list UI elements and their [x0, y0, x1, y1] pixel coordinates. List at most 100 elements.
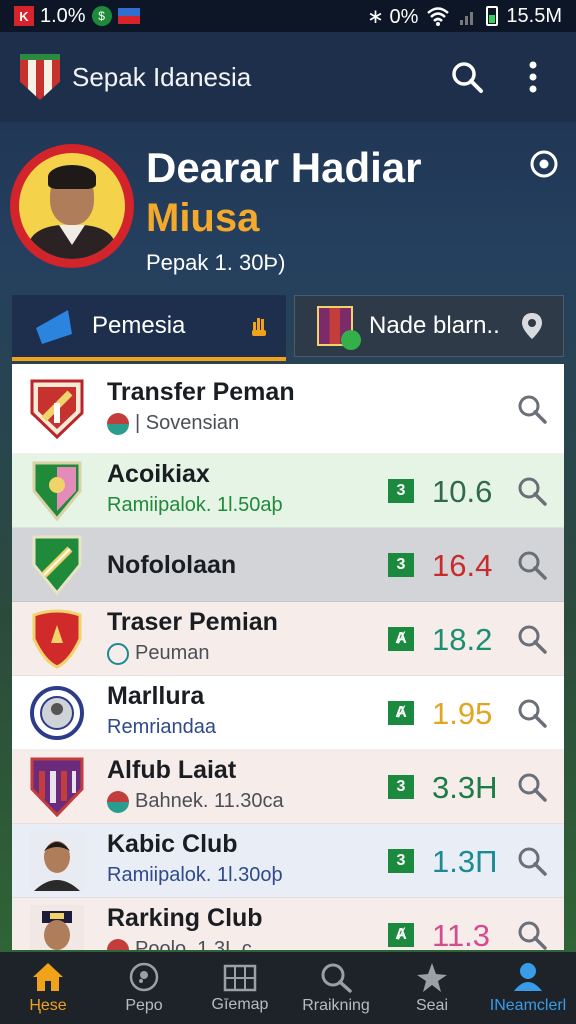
overflow-menu-button[interactable] [516, 60, 550, 94]
list-item[interactable]: Alfub Laiat Bahnek. 11.30ca 3 3.3H [12, 750, 564, 824]
location-pin-icon [522, 313, 542, 339]
nav-label: INeamclerl [489, 997, 567, 1014]
club-mini-icon [107, 412, 129, 435]
nav-profile[interactable]: INeamclerl [480, 952, 576, 1024]
hand-icon [252, 318, 266, 336]
row-subtitle: Ramiipalok. 1l.30oϸ [107, 864, 283, 886]
odds-value: 11.3 [432, 918, 491, 950]
search-button[interactable] [450, 60, 484, 94]
star-icon [417, 963, 447, 992]
battery-icon [486, 6, 499, 26]
search-icon[interactable] [516, 771, 548, 803]
app-title: Sepak Idanesia [72, 61, 252, 92]
odds-badge: Ⱥ [388, 923, 414, 947]
list-item[interactable]: Transfer Peman | Sovensian [12, 364, 564, 454]
odds-badge: 3 [388, 479, 414, 503]
nav-label: Rraikning [302, 997, 370, 1014]
tab-nade-blarn[interactable]: Nade blarn.. [294, 295, 564, 357]
search-icon[interactable] [516, 623, 548, 655]
odds-value: 18.2 [432, 622, 493, 657]
crest-icon [317, 306, 361, 350]
avatar[interactable] [10, 144, 134, 268]
club-list: Transfer Peman | Sovensian Acoikiax Ramiipa… [12, 364, 564, 950]
row-subtitle-wrap: Peuman [107, 642, 210, 665]
profile-icon [514, 963, 542, 991]
bottom-navigation: Ⱨese Pepo Gīemap Rraikning Seai INeamcle… [0, 952, 576, 1024]
search-icon[interactable] [516, 919, 548, 950]
row-subtitle: | Sovensian [135, 412, 240, 434]
player-photo [30, 905, 84, 950]
search-icon[interactable] [516, 845, 548, 877]
row-subtitle-wrap: Ramiipalok. 1l.30oϸ [107, 864, 283, 887]
flag-icon [36, 310, 72, 344]
nav-ranking[interactable]: Rraikning [288, 952, 384, 1024]
tab-label: Nade blarn.. [369, 312, 500, 339]
row-subtitle-wrap: Remriandaa [107, 716, 216, 739]
nav-pepo[interactable]: Pepo [96, 952, 192, 1024]
wifi-icon [427, 7, 450, 26]
grid-icon [223, 964, 257, 992]
list-item[interactable]: Rarking Club Poolo. 1.3L.c Ⱥ 11.3 [12, 898, 564, 950]
odds-badge: 3 [388, 775, 414, 799]
tab-pemesia[interactable]: Pemesia [12, 295, 286, 361]
nav-label: Seai [415, 997, 449, 1014]
odds-value: 16.4 [432, 548, 493, 583]
nav-label: Gīemap [211, 996, 269, 1013]
row-title: Alfub Laiat [107, 756, 237, 784]
row-subtitle: Ramiipalok. 1l.50aϸ [107, 494, 283, 516]
list-item[interactable]: Traser Pemian Peuman Ⱥ 18.2 [12, 602, 564, 676]
search-icon[interactable] [516, 549, 548, 581]
club-crest-icon [30, 683, 84, 743]
club-crest-icon [30, 535, 84, 596]
search-icon[interactable] [516, 475, 548, 507]
signal-icon [460, 12, 474, 25]
odds-value: 3.3H [432, 770, 498, 805]
profile-name-line2: Miusa [146, 196, 260, 240]
row-title: Rarking Club [107, 904, 263, 932]
club-mini-icon [107, 938, 129, 950]
search-icon[interactable] [516, 697, 548, 729]
row-title: Marllura [107, 682, 205, 710]
profile-subtitle: Pepak 1. 30Ϸ) [146, 250, 286, 275]
flag-icon [117, 8, 140, 24]
row-title: Nofololaan [107, 551, 237, 579]
odds-badge: 3 [388, 849, 414, 873]
row-subtitle: Poolo. 1.3L.c [135, 938, 252, 950]
nav-label: Pepo [125, 997, 163, 1014]
row-title: Kabic Club [107, 830, 238, 858]
nav-seai[interactable]: Seai [384, 952, 480, 1024]
app-logo [20, 54, 60, 100]
row-subtitle-wrap: Bahnek. 11.30ca [107, 790, 284, 813]
player-photo [30, 831, 84, 891]
settings-icon[interactable] [528, 148, 560, 180]
ball-icon [129, 962, 159, 992]
list-item[interactable]: Nofololaan 3 16.4 [12, 528, 564, 602]
odds-badge: Ⱥ [388, 701, 414, 725]
nav-home[interactable]: Ⱨese [0, 952, 96, 1024]
search-icon[interactable] [516, 393, 548, 425]
profile-header: Dearar Hadiar Miusa Pepak 1. 30Ϸ) [0, 122, 576, 294]
search-icon [452, 62, 483, 93]
list-item[interactable]: Marllura Remriandaa Ⱥ 1.95 [12, 676, 564, 750]
status-left-text: 1.0% [40, 4, 86, 27]
bluetooth-battery-text: ∗ 0% [367, 5, 419, 28]
tab-bar: Pemesia Nade blarn.. [12, 295, 564, 361]
club-crest-icon [30, 609, 84, 669]
home-icon [33, 963, 63, 991]
row-subtitle-wrap: Poolo. 1.3L.c [107, 938, 252, 950]
profile-name-line1: Dearar Hadiar [146, 144, 422, 191]
odds-value: 1.95 [432, 696, 493, 731]
row-subtitle: Peuman [135, 642, 210, 664]
row-title: Traser Pemian [107, 608, 278, 636]
row-title: Transfer Peman [107, 378, 295, 406]
club-crest-icon [30, 379, 84, 440]
list-item[interactable]: Kabic Club Ramiipalok. 1l.30oϸ 3 1.3П [12, 824, 564, 898]
list-item[interactable]: Acoikiax Ramiipalok. 1l.50aϸ 3 10.6 [12, 454, 564, 528]
odds-value: 1.3П [432, 844, 498, 879]
notification-flag-icon: K [14, 6, 34, 26]
club-crest-icon [30, 757, 84, 818]
club-crest-icon [30, 461, 84, 522]
club-mini-icon [107, 642, 129, 665]
odds-badge: 3 [388, 553, 414, 577]
nav-gimemap[interactable]: Gīemap [192, 952, 288, 1024]
